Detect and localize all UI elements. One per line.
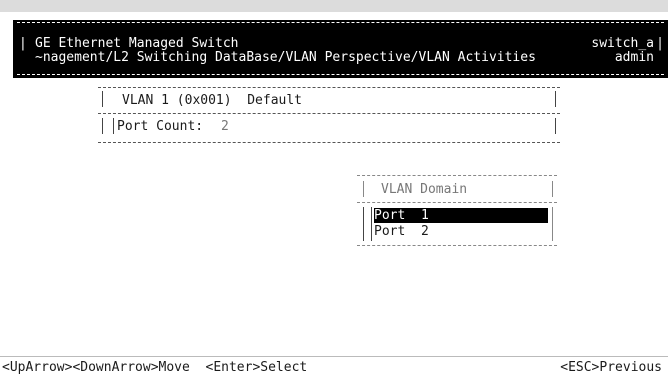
footer-esc-hint[interactable]: <ESC>Previous	[560, 360, 662, 375]
port-list-item-1[interactable]: Port 1	[374, 208, 548, 223]
breadcrumb: ~nagement/L2 Switching DataBase/VLAN Per…	[35, 50, 536, 65]
header-bar: | GE Ethernet Managed Switch ~nagement/L…	[13, 20, 668, 78]
vlan-panel-top-border	[98, 87, 560, 88]
header-top-border	[17, 22, 664, 23]
domain-title-left-edge	[363, 181, 364, 197]
vlan-label: VLAN 1 (0x001) Default	[122, 93, 303, 108]
domain-panel-divider	[357, 202, 557, 203]
port-count-right-edge	[555, 118, 556, 134]
vlan-domain-panel: VLAN Domain Port 1 Port 2	[357, 172, 557, 250]
domain-panel-bottom-border	[357, 245, 557, 246]
vlan-panel-bottom-border	[98, 142, 560, 143]
port-list-left-edge	[363, 207, 364, 241]
terminal-screen: | GE Ethernet Managed Switch ~nagement/L…	[0, 0, 668, 379]
username: admin	[614, 50, 654, 65]
vlan-panel-divider	[98, 113, 560, 114]
domain-title: VLAN Domain	[381, 182, 468, 197]
header-bottom-border	[17, 74, 664, 75]
footer-bar: <UpArrow><DownArrow>Move <Enter>Select <…	[0, 356, 668, 377]
port-count-cursor	[113, 118, 114, 134]
header-right-pipe: |	[656, 36, 664, 51]
app-title: GE Ethernet Managed Switch	[35, 36, 239, 51]
domain-panel-top-border	[357, 175, 557, 176]
port-list-cursor	[371, 207, 372, 241]
port-list-right-edge	[552, 207, 553, 241]
vlan-info-panel: VLAN 1 (0x001) Default Port Count: 2	[98, 84, 560, 148]
port-list-item-2[interactable]: Port 2	[374, 224, 429, 239]
window-top-strip	[0, 0, 668, 12]
port-count-label: Port Count:	[117, 119, 204, 134]
port-count-left-edge	[102, 118, 103, 134]
footer-help: <UpArrow><DownArrow>Move <Enter>Select	[2, 360, 308, 375]
header-left-pipe: |	[19, 36, 27, 51]
domain-title-right-edge	[552, 181, 553, 197]
port-count-value: 2	[221, 119, 229, 134]
hostname: switch_a	[591, 36, 654, 51]
vlan-panel-right-edge	[555, 91, 556, 107]
vlan-panel-left-edge	[102, 91, 103, 107]
